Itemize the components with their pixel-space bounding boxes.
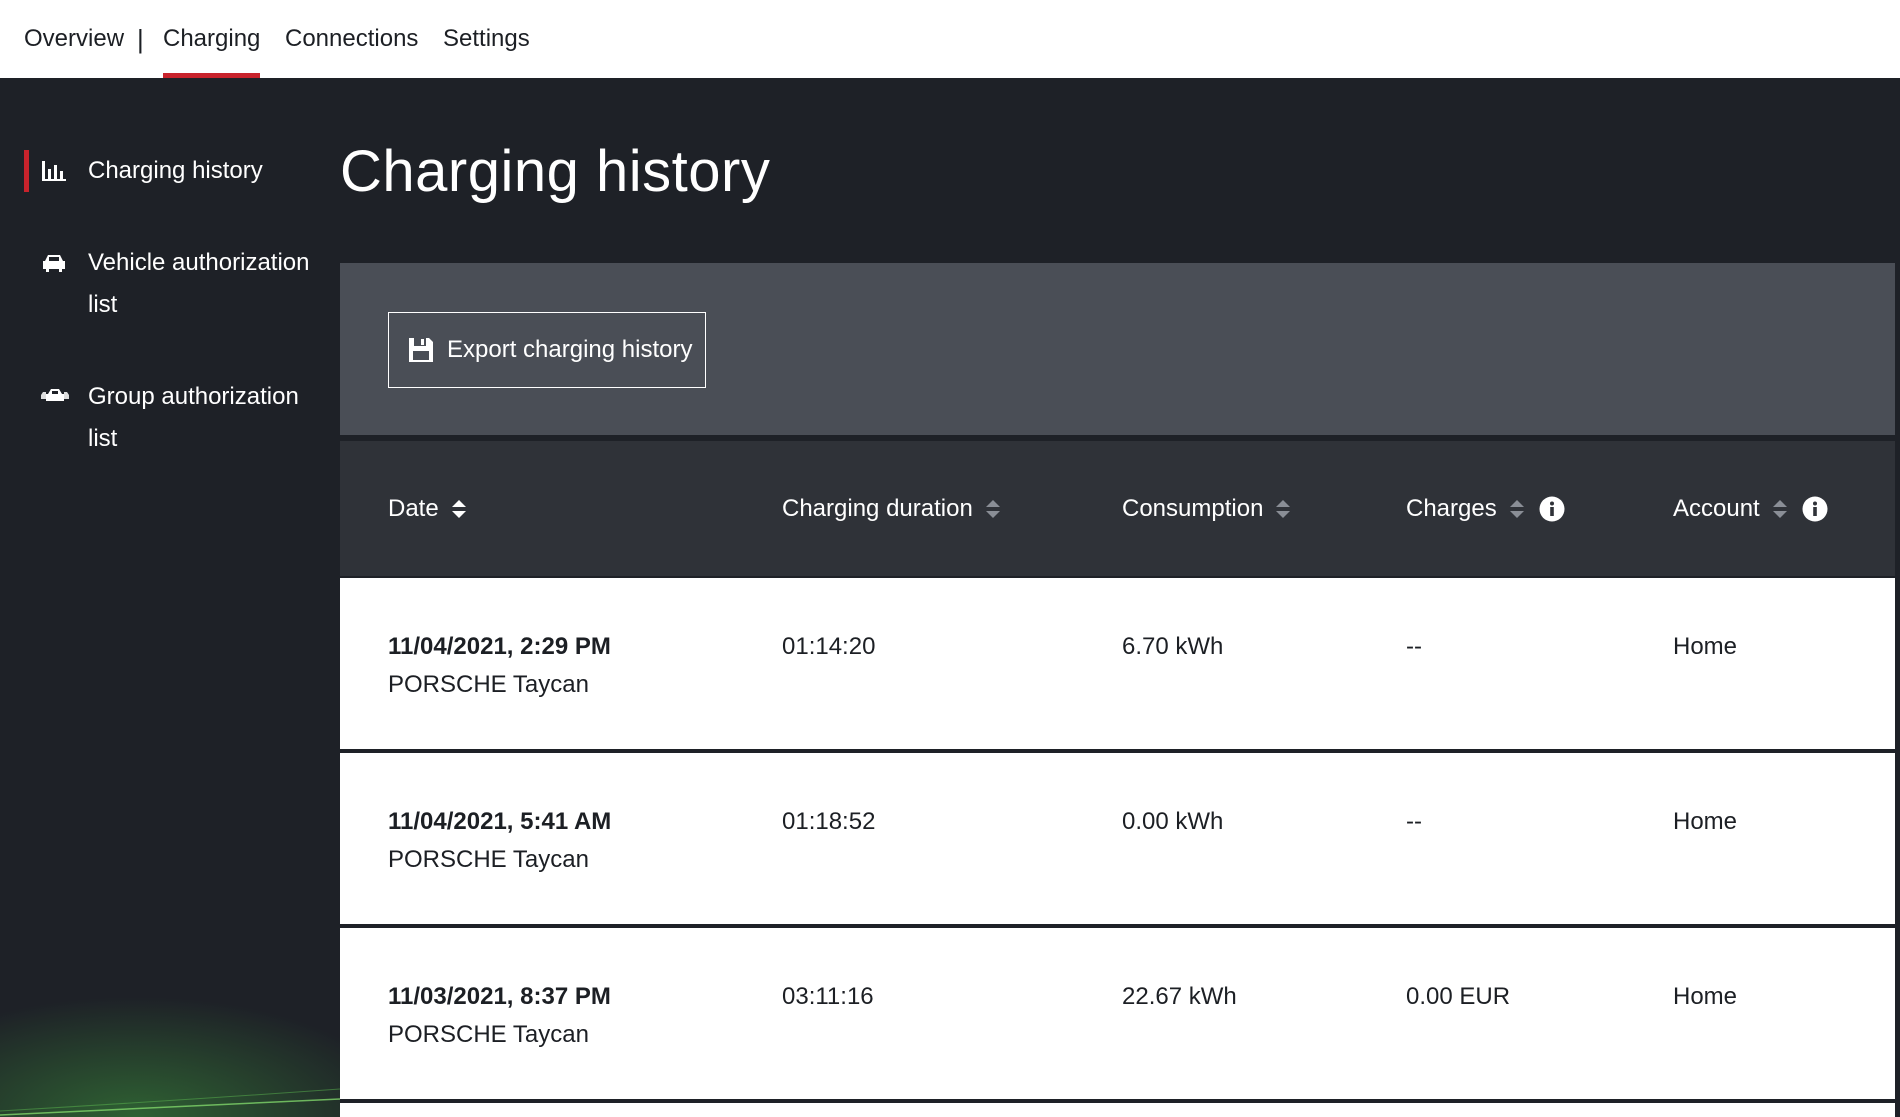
background-glow-line	[0, 1088, 340, 1116]
column-header-label: Consumption	[1122, 494, 1264, 522]
sort-icon	[1276, 499, 1291, 518]
car-icon	[40, 242, 80, 284]
export-charging-history-button[interactable]: Export charging history	[388, 312, 706, 388]
toolbar: Export charging history	[340, 263, 1895, 435]
column-header-label: Charging duration	[782, 494, 973, 522]
cell-account: Home	[1673, 633, 1738, 660]
sort-active-icon	[451, 499, 466, 518]
table-row[interactable]: 11/04/2021, 2:29 PM PORSCHE Taycan 01:14…	[340, 578, 1895, 749]
column-header-charges[interactable]: Charges	[1406, 441, 1565, 576]
bar-chart-icon	[40, 150, 80, 192]
cell-charging-duration: 01:18:52	[782, 808, 876, 835]
cell-date: 11/04/2021, 5:41 AM PORSCHE Taycan	[388, 803, 611, 879]
table-header: Date Charging duration Consumption Charg…	[340, 441, 1895, 576]
vehicle-name: PORSCHE Taycan	[388, 846, 589, 873]
cell-charging-duration: 03:11:16	[782, 983, 874, 1010]
cell-consumption: 0.00 kWh	[1122, 808, 1224, 835]
top-nav: Overview | Charging Connections Settings	[0, 0, 1900, 78]
tab-settings[interactable]: Settings	[443, 0, 530, 78]
cell-date: 11/03/2021, 8:37 PM PORSCHE Taycan	[388, 978, 611, 1054]
table-row[interactable]	[340, 1103, 1895, 1117]
active-indicator	[24, 150, 29, 192]
column-header-label: Charges	[1406, 494, 1497, 522]
sidebar-item-label: Group authorization list	[88, 383, 299, 452]
info-icon[interactable]	[1802, 496, 1828, 522]
sidebar-item-group-authorization-list[interactable]: Group authorization list	[24, 376, 328, 460]
column-header-consumption[interactable]: Consumption	[1122, 441, 1291, 576]
charge-date: 11/04/2021, 2:29 PM	[388, 633, 611, 660]
cell-account: Home	[1673, 983, 1738, 1010]
tab-charging[interactable]: Charging	[163, 0, 261, 78]
page-title: Charging history	[340, 139, 771, 204]
sort-icon	[985, 499, 1000, 518]
sort-icon	[1772, 499, 1787, 518]
charge-date: 11/04/2021, 5:41 AM	[388, 808, 612, 835]
cell-account: Home	[1673, 808, 1738, 835]
sidebar-item-charging-history[interactable]: Charging history	[24, 150, 328, 192]
column-header-date[interactable]: Date	[388, 441, 467, 576]
table-row[interactable]: 11/03/2021, 8:37 PM PORSCHE Taycan 03:11…	[340, 928, 1895, 1099]
table-row[interactable]: 11/04/2021, 5:41 AM PORSCHE Taycan 01:18…	[340, 753, 1895, 924]
car-group-icon	[40, 376, 80, 418]
save-icon	[407, 336, 435, 364]
column-header-label: Date	[388, 494, 439, 522]
background-glow	[0, 877, 340, 1117]
vehicle-name: PORSCHE Taycan	[388, 1021, 589, 1048]
nav-separator: |	[137, 23, 144, 54]
cell-charging-duration: 01:14:20	[782, 633, 876, 660]
export-button-label: Export charging history	[447, 336, 693, 363]
sidebar-item-label: Vehicle authorization list	[88, 249, 310, 318]
cell-charges: 0.00 EUR	[1406, 983, 1511, 1010]
cell-consumption: 6.70 kWh	[1122, 633, 1224, 660]
column-header-account[interactable]: Account	[1673, 441, 1828, 576]
tab-connections[interactable]: Connections	[285, 0, 418, 78]
cell-date: 11/04/2021, 2:29 PM PORSCHE Taycan	[388, 628, 611, 704]
info-icon[interactable]	[1539, 496, 1565, 522]
column-header-charging-duration[interactable]: Charging duration	[782, 441, 1001, 576]
cell-charges: --	[1406, 808, 1422, 835]
cell-charges: --	[1406, 633, 1422, 660]
vehicle-name: PORSCHE Taycan	[388, 671, 589, 698]
column-header-label: Account	[1673, 494, 1760, 522]
sidebar-item-label: Charging history	[88, 157, 263, 184]
sidebar-item-vehicle-authorization-list[interactable]: Vehicle authorization list	[24, 242, 328, 326]
charge-date: 11/03/2021, 8:37 PM	[388, 983, 611, 1010]
sort-icon	[1509, 499, 1524, 518]
tab-overview[interactable]: Overview	[24, 0, 124, 78]
cell-consumption: 22.67 kWh	[1122, 983, 1237, 1010]
